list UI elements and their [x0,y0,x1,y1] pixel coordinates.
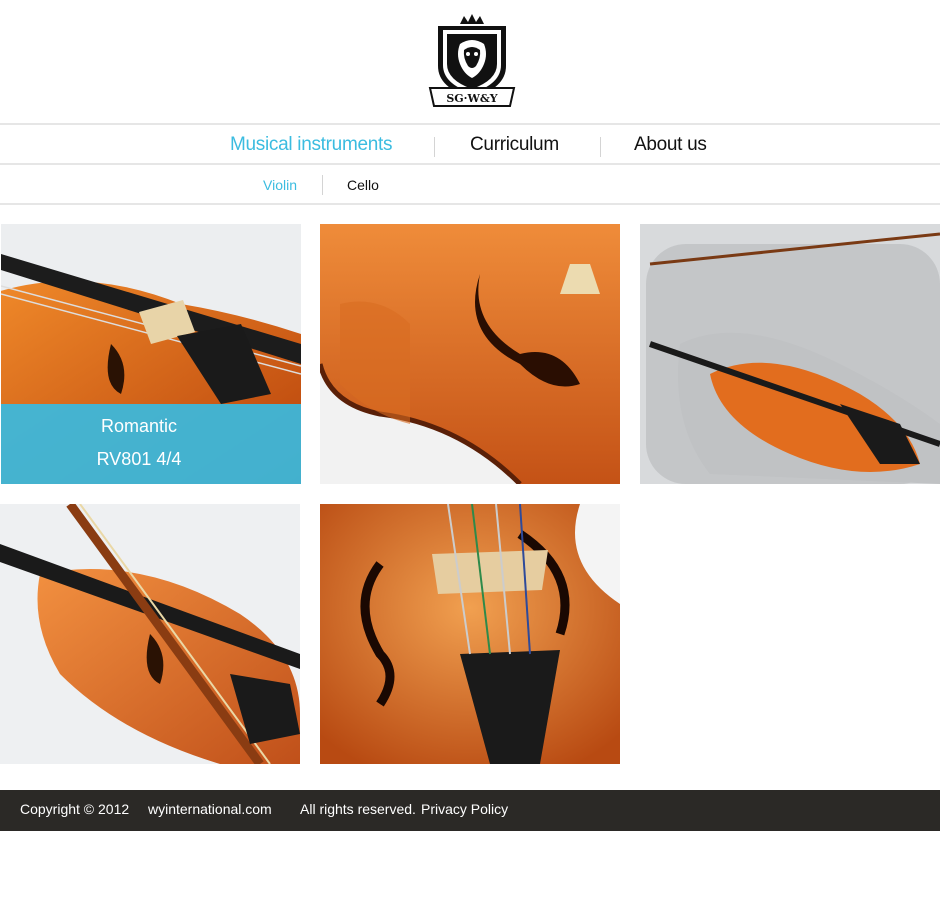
logo-text: SG·W&Y [446,92,497,105]
footer-copyright: Copyright © 2012 [20,801,130,817]
footer-privacy-link[interactable]: Privacy Policy [421,801,508,817]
product-image [320,504,620,764]
footer-domain-link[interactable]: wyinternational.com [148,801,272,817]
product-image [320,224,620,484]
header: SG·W&Y [0,0,940,124]
nav-item-curriculum[interactable]: Curriculum [470,134,559,156]
product-name: Romantic [100,416,178,436]
nav-divider [434,137,435,157]
subnav-divider [322,175,323,195]
product-tile[interactable]: Romantic RV801 4/4 [1,224,301,484]
product-caption: Romantic RV801 4/4 [1,404,301,484]
product-tile[interactable] [320,504,620,764]
product-model: RV801 4/4 [96,449,182,469]
product-tile[interactable] [0,504,300,764]
sub-nav: Violin Cello [0,165,940,205]
product-tile[interactable] [640,224,940,484]
footer-rights: All rights reserved. [300,801,416,817]
footer: Copyright © 2012 wyinternational.com All… [0,790,940,831]
subnav-item-violin[interactable]: Violin [263,177,297,193]
nav-divider [600,137,601,157]
nav-item-about-us[interactable]: About us [634,134,707,156]
nav-item-musical-instruments[interactable]: Musical instruments [230,134,392,156]
product-image [0,504,300,764]
product-image [640,224,940,484]
product-tile[interactable] [320,224,620,484]
brand-logo[interactable]: SG·W&Y [418,10,526,114]
subnav-item-cello[interactable]: Cello [347,177,379,193]
main-nav: Musical instruments Curriculum About us [0,123,940,165]
